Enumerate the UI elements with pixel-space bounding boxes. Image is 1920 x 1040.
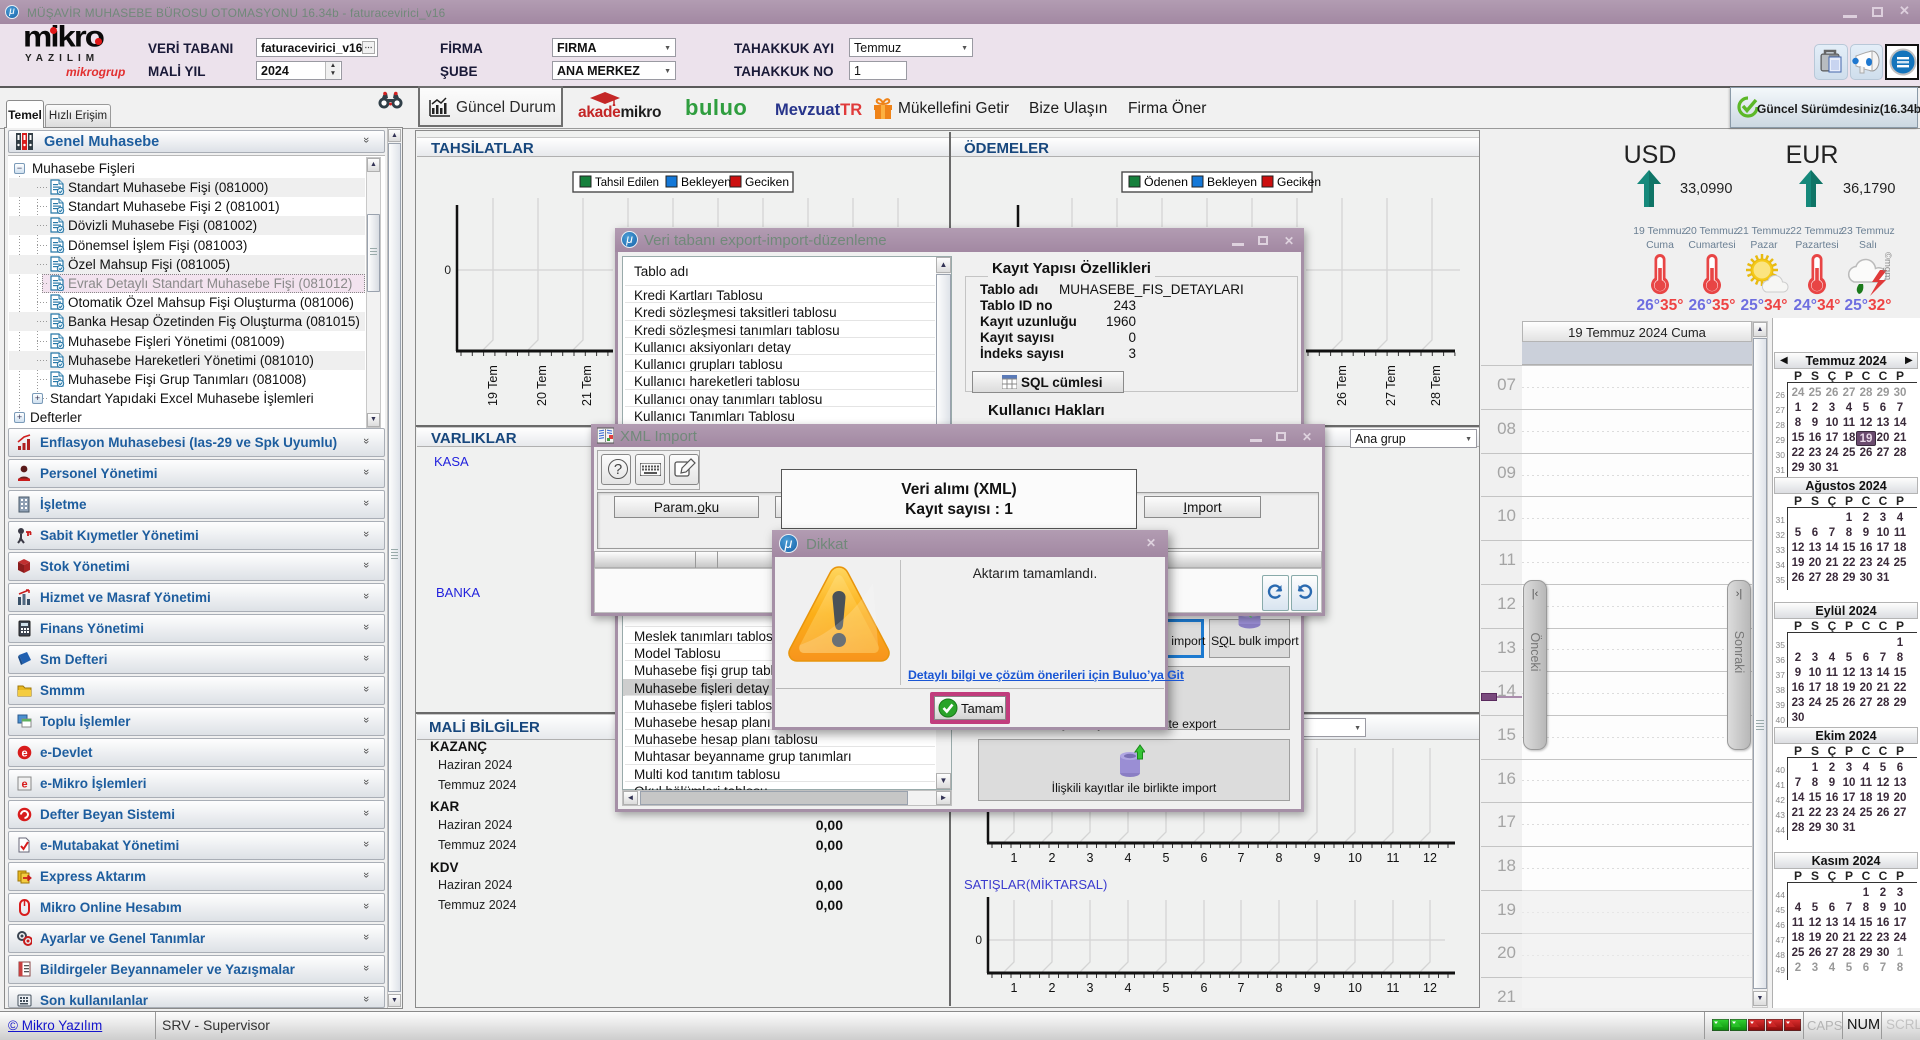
svg-text:7: 7 bbox=[1238, 981, 1245, 995]
svg-text:8: 8 bbox=[1276, 851, 1283, 865]
svg-text:Geciken: Geciken bbox=[745, 175, 789, 189]
svg-text:12: 12 bbox=[1423, 851, 1437, 865]
svg-text:1: 1 bbox=[1011, 851, 1018, 865]
svg-text:12: 12 bbox=[1423, 981, 1437, 995]
svg-text:3: 3 bbox=[1087, 851, 1094, 865]
svg-text:27 Tem: 27 Tem bbox=[1384, 365, 1398, 406]
svg-text:e: e bbox=[21, 748, 27, 760]
svg-text:20 Tem: 20 Tem bbox=[535, 365, 549, 406]
svg-text:0: 0 bbox=[444, 263, 451, 277]
svg-text:10: 10 bbox=[1348, 851, 1362, 865]
svg-text:5: 5 bbox=[1163, 851, 1170, 865]
svg-text:11: 11 bbox=[1387, 851, 1400, 865]
svg-text:Bekleyen: Bekleyen bbox=[1207, 175, 1257, 189]
svg-text:2: 2 bbox=[1049, 851, 1056, 865]
svg-text:4: 4 bbox=[1125, 851, 1132, 865]
svg-text:e: e bbox=[21, 779, 27, 791]
svg-text:11: 11 bbox=[1387, 981, 1400, 995]
svg-text:6: 6 bbox=[1201, 981, 1208, 995]
svg-text:0: 0 bbox=[975, 933, 982, 947]
svg-text:9: 9 bbox=[1314, 851, 1321, 865]
svg-text:Bekleyen: Bekleyen bbox=[681, 175, 731, 189]
svg-text:21 Tem: 21 Tem bbox=[580, 365, 594, 406]
svg-text:10: 10 bbox=[1348, 981, 1362, 995]
svg-text:9: 9 bbox=[1314, 981, 1321, 995]
svg-text:Ödenen: Ödenen bbox=[1144, 175, 1188, 189]
svg-text:4: 4 bbox=[1125, 981, 1132, 995]
svg-text:5: 5 bbox=[1163, 981, 1170, 995]
svg-text:2: 2 bbox=[1049, 981, 1056, 995]
svg-text:28 Tem: 28 Tem bbox=[1429, 365, 1443, 406]
svg-text:3: 3 bbox=[1087, 981, 1094, 995]
svg-text:6: 6 bbox=[1201, 851, 1208, 865]
svg-text:19 Tem: 19 Tem bbox=[486, 365, 500, 406]
svg-text:Geciken: Geciken bbox=[1277, 175, 1321, 189]
svg-text:Tahsil Edilen: Tahsil Edilen bbox=[595, 175, 659, 189]
svg-text:1: 1 bbox=[1011, 981, 1018, 995]
svg-text:8: 8 bbox=[1276, 981, 1283, 995]
svg-text:26 Tem: 26 Tem bbox=[1335, 365, 1349, 406]
svg-text:7: 7 bbox=[1238, 851, 1245, 865]
